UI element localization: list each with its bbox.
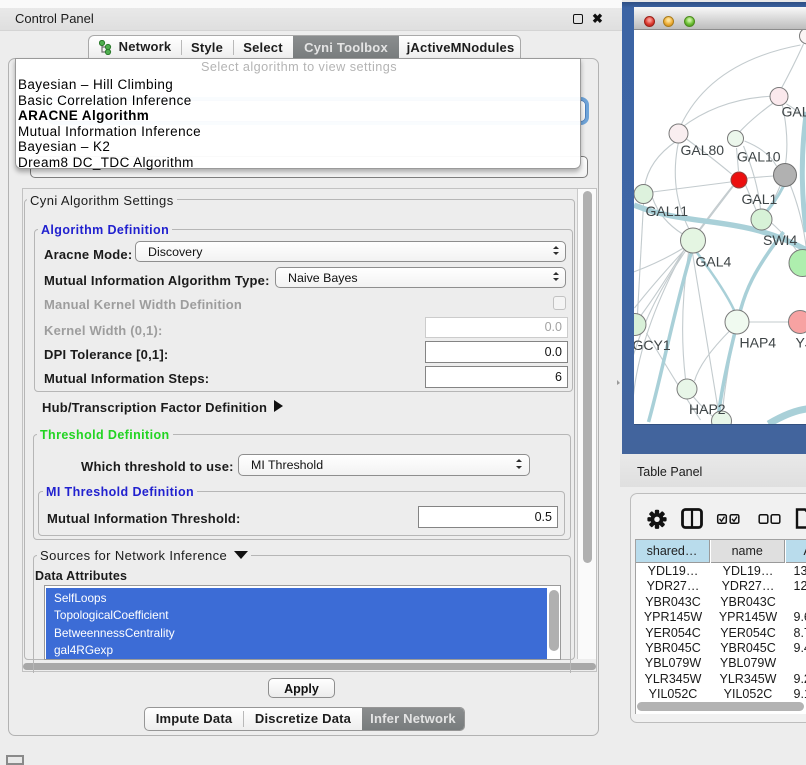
svg-text:SWI4: SWI4 bbox=[763, 232, 797, 248]
svg-text:GAL10: GAL10 bbox=[737, 149, 781, 165]
svg-text:HAP4: HAP4 bbox=[739, 335, 776, 351]
svg-text:GAL80: GAL80 bbox=[680, 142, 724, 158]
svg-text:GCY1: GCY1 bbox=[634, 337, 671, 353]
svg-text:GAL4: GAL4 bbox=[695, 254, 731, 270]
svg-text:GAL1: GAL1 bbox=[741, 191, 777, 207]
svg-text:GAL11: GAL11 bbox=[645, 203, 688, 219]
svg-text:GAL2: GAL2 bbox=[781, 104, 806, 120]
svg-text:HAP2: HAP2 bbox=[689, 401, 726, 417]
svg-text:YJ: YJ bbox=[795, 335, 806, 351]
